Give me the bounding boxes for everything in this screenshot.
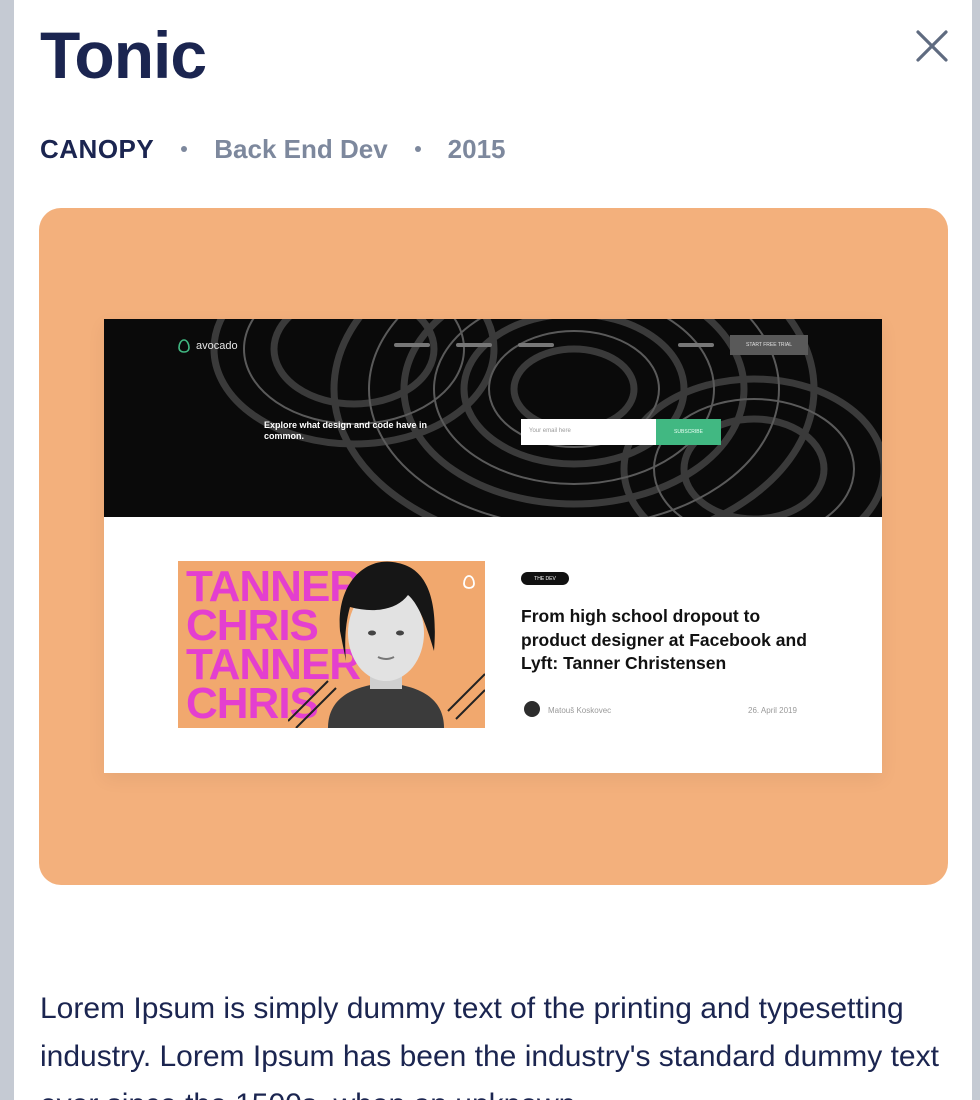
close-button[interactable]	[912, 26, 952, 66]
avocado-logo-icon	[178, 339, 190, 353]
project-role: Back End Dev	[214, 134, 388, 164]
site-logo-text: avocado	[196, 340, 238, 352]
site-logo[interactable]: avocado	[178, 339, 238, 353]
project-modal: Tonic CANOPY Back End Dev 2015 avocado S…	[14, 0, 972, 1100]
client-name: CANOPY	[40, 134, 155, 164]
badge-logo-icon	[463, 575, 475, 589]
portrait-photo	[288, 561, 485, 728]
project-description: Lorem Ipsum is simply dummy text of the …	[40, 992, 939, 1100]
site-subscribe-button[interactable]: SUBSCRIBE	[656, 419, 721, 445]
meta-separator	[414, 146, 421, 152]
project-preview-image: avocado START FREE TRIAL Explore what de…	[39, 208, 948, 885]
site-nav-item[interactable]	[456, 343, 492, 347]
start-trial-button[interactable]: START FREE TRIAL	[730, 335, 808, 355]
meta-separator	[181, 146, 188, 152]
site-nav-item[interactable]	[518, 343, 554, 347]
site-nav-item[interactable]	[394, 343, 430, 347]
author-avatar	[524, 701, 540, 717]
project-meta: CANOPY Back End Dev 2015	[40, 136, 506, 162]
close-icon	[916, 30, 948, 62]
site-nav	[394, 343, 554, 347]
site-email-input[interactable]: Your email here	[521, 419, 656, 445]
website-screenshot: avocado START FREE TRIAL Explore what de…	[104, 319, 882, 773]
article-headline[interactable]: From high school dropout to product desi…	[521, 605, 821, 676]
article-image: TANNER CHRIS TANNER CHRIS	[178, 561, 485, 728]
site-hero-copy: Explore what design and code have in com…	[264, 420, 428, 441]
author-name: Matouš Koskovec	[548, 706, 612, 715]
site-login-link[interactable]	[678, 343, 714, 347]
article-tag[interactable]: THE DEV	[521, 572, 569, 585]
post-date: 26. April 2019	[748, 706, 797, 715]
project-title: Tonic	[40, 18, 207, 92]
project-year: 2015	[447, 134, 506, 164]
site-header: avocado START FREE TRIAL Explore what de…	[104, 319, 882, 517]
